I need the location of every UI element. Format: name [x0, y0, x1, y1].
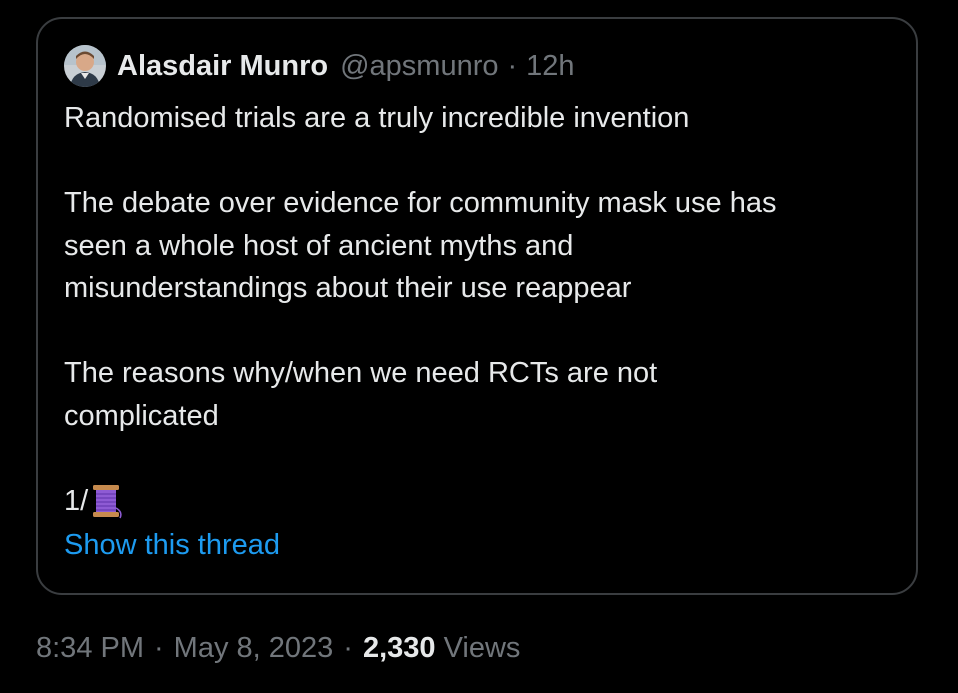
tweet-line: The reasons why/when we need RCTs are no…: [64, 357, 658, 389]
author-name[interactable]: Alasdair Munro: [117, 50, 328, 83]
tweet-line: complicated: [64, 399, 219, 432]
thread-marker: 1/: [64, 484, 89, 517]
tweet-line: Randomised trials are a truly incredible…: [64, 102, 690, 134]
meta-separator: ·: [154, 632, 164, 664]
header-separator: ·: [507, 49, 518, 82]
quoted-tweet-card[interactable]: Alasdair Munro @apsmunro · 12h Randomise…: [36, 17, 918, 595]
tweet-date[interactable]: May 8, 2023: [174, 632, 334, 664]
avatar-image: [64, 45, 106, 87]
show-thread-link[interactable]: Show this thread: [64, 529, 280, 562]
tweet-line: The debate over evidence for community m…: [64, 187, 777, 219]
tweet-line: misunderstandings about their use reappe…: [64, 272, 632, 304]
tweet-relative-time[interactable]: 12h: [526, 50, 574, 83]
views-count: 2,330: [362, 632, 436, 664]
spool-of-thread-icon: [90, 482, 124, 520]
tweet-meta: 8:34 PM · May 8, 2023 · 2,330 Views: [36, 632, 520, 665]
author-handle[interactable]: @apsmunro: [340, 50, 498, 83]
quoted-tweet-header: Alasdair Munro @apsmunro · 12h: [64, 44, 575, 88]
meta-separator: ·: [343, 632, 353, 664]
views-label: Views: [443, 632, 521, 664]
tweet-text: Randomised trials are a truly incredible…: [64, 97, 894, 522]
thread-marker-line: 1/: [64, 480, 894, 523]
tweet-time[interactable]: 8:34 PM: [36, 632, 144, 664]
tweet-line: seen a whole host of ancient myths and: [64, 229, 574, 262]
avatar[interactable]: [64, 45, 106, 87]
